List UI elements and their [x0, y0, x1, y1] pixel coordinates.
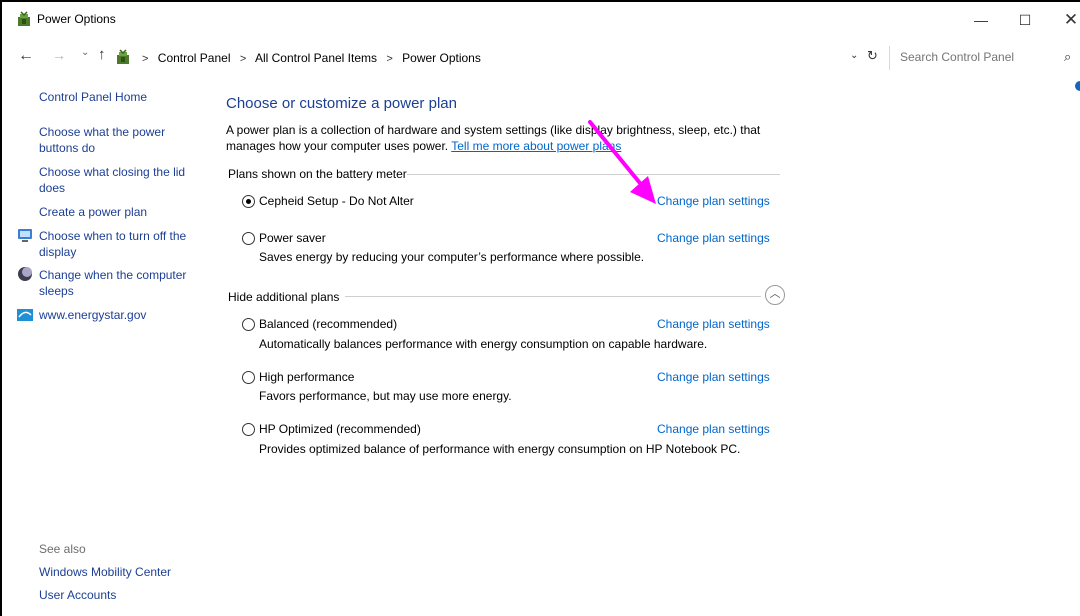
plan-name-high-performance[interactable]: High performance	[259, 370, 354, 384]
moon-icon	[18, 267, 32, 281]
plan-name-cepheid[interactable]: Cepheid Setup - Do Not Alter	[259, 194, 414, 208]
computer-sleeps-link[interactable]: Change when the computer sleeps	[39, 267, 199, 299]
plan-radio-hp-optimized[interactable]	[242, 423, 255, 436]
help-icon[interactable]	[1075, 81, 1080, 91]
plan-radio-balanced[interactable]	[242, 318, 255, 331]
change-plan-settings-balanced[interactable]: Change plan settings	[657, 317, 770, 331]
maximize-button[interactable]: ☐	[1002, 8, 1048, 32]
power-options-window: Power Options — ☐ ✕ ← → ⌄ ↑ > Control Pa…	[0, 0, 1080, 616]
plan-radio-power-saver[interactable]	[242, 232, 255, 245]
change-plan-settings-hp-optimized[interactable]: Change plan settings	[657, 422, 770, 436]
collapse-chevron-up-icon[interactable]: ︿	[765, 285, 785, 305]
breadcrumb-all-items[interactable]: All Control Panel Items	[255, 51, 377, 65]
minimize-button[interactable]: —	[958, 8, 1004, 32]
plan-radio-cepheid[interactable]	[242, 195, 255, 208]
power-buttons-link[interactable]: Choose what the power buttons do	[39, 124, 199, 156]
plan-description-high-performance: Favors performance, but may use more ene…	[259, 389, 512, 403]
plan-description-balanced: Automatically balances performance with …	[259, 337, 708, 351]
control-panel-home-link[interactable]: Control Panel Home	[39, 89, 199, 105]
address-dropdown-chevron-icon[interactable]: ⌄	[850, 50, 858, 61]
energystar-link[interactable]: www.energystar.gov	[39, 307, 199, 323]
additional-plans-group-label: Hide additional plans	[228, 290, 340, 304]
close-button[interactable]: ✕	[1048, 8, 1080, 32]
energystar-icon	[17, 309, 33, 321]
breadcrumb-separator-icon[interactable]: >	[386, 53, 392, 65]
breadcrumb-power-options[interactable]: Power Options	[402, 51, 481, 65]
turn-off-display-link[interactable]: Choose when to turn off the display	[39, 228, 199, 260]
battery-plans-group-label: Plans shown on the battery meter	[228, 167, 407, 181]
annotation-arrow-icon	[588, 120, 656, 204]
create-power-plan-link[interactable]: Create a power plan	[39, 204, 199, 220]
plan-description-hp-optimized: Provides optimized balance of performanc…	[259, 442, 741, 456]
left-task-pane: Control Panel Home Choose what the power…	[2, 2, 202, 616]
change-plan-settings-cepheid[interactable]: Change plan settings	[657, 194, 770, 208]
breadcrumb-separator-icon[interactable]: >	[240, 53, 246, 65]
plan-radio-high-performance[interactable]	[242, 371, 255, 384]
search-icon[interactable]: ⌕	[1064, 49, 1071, 65]
change-plan-settings-power-saver[interactable]: Change plan settings	[657, 231, 770, 245]
additional-group-divider	[345, 296, 761, 297]
closing-lid-link[interactable]: Choose what closing the lid does	[39, 164, 199, 196]
plan-name-power-saver[interactable]: Power saver	[259, 231, 326, 245]
page-description: A power plan is a collection of hardware…	[226, 122, 786, 154]
see-also-heading: See also	[39, 542, 86, 556]
plan-name-hp-optimized[interactable]: HP Optimized (recommended)	[259, 422, 421, 436]
windows-mobility-center-link[interactable]: Windows Mobility Center	[39, 565, 171, 579]
plan-name-balanced[interactable]: Balanced (recommended)	[259, 317, 397, 331]
user-accounts-link[interactable]: User Accounts	[39, 588, 116, 602]
search-input[interactable]	[900, 50, 1050, 64]
page-title: Choose or customize a power plan	[226, 95, 457, 112]
plan-description-power-saver: Saves energy by reducing your computer’s…	[259, 250, 645, 264]
refresh-icon[interactable]: ↻	[867, 48, 878, 64]
search-box[interactable]: ⌕	[889, 46, 1080, 70]
monitor-icon	[18, 229, 32, 242]
change-plan-settings-high-performance[interactable]: Change plan settings	[657, 370, 770, 384]
